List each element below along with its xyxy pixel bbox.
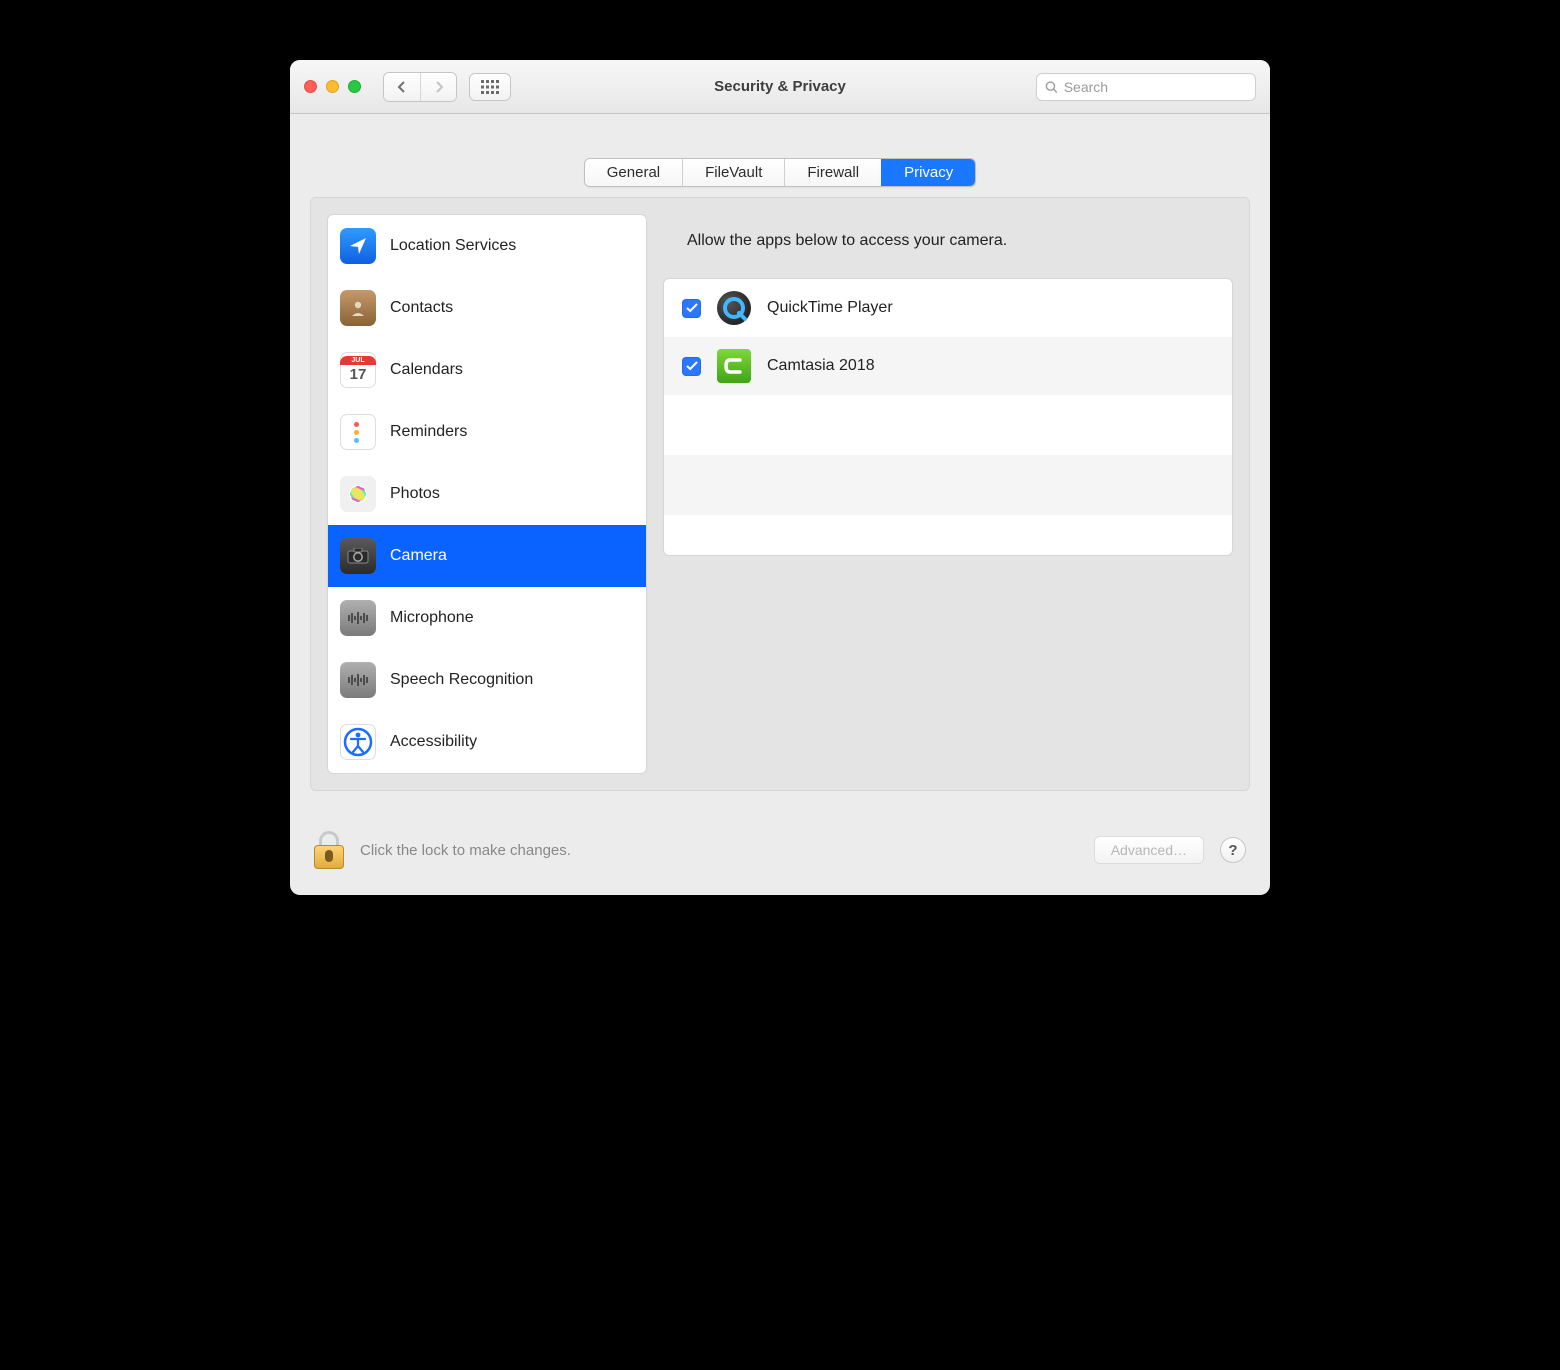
chevron-left-icon bbox=[397, 81, 407, 93]
microphone-icon bbox=[340, 600, 376, 636]
help-button[interactable]: ? bbox=[1220, 837, 1246, 863]
sidebar-item-calendars[interactable]: JUL 17 Calendars bbox=[328, 339, 646, 401]
lock-hint-text: Click the lock to make changes. bbox=[360, 842, 1078, 859]
search-icon bbox=[1045, 80, 1058, 94]
search-input[interactable] bbox=[1064, 79, 1247, 95]
sidebar-item-contacts[interactable]: Contacts bbox=[328, 277, 646, 339]
app-name: Camtasia 2018 bbox=[767, 357, 875, 375]
sidebar-item-label: Microphone bbox=[390, 609, 474, 627]
calendar-month: JUL bbox=[340, 356, 376, 365]
tab-firewall[interactable]: Firewall bbox=[784, 159, 881, 186]
app-checkbox-camtasia[interactable] bbox=[682, 357, 701, 376]
show-all-button[interactable] bbox=[469, 73, 511, 101]
sidebar-item-label: Location Services bbox=[390, 237, 516, 255]
search-field[interactable] bbox=[1036, 73, 1256, 101]
tab-general[interactable]: General bbox=[585, 159, 682, 186]
sidebar-item-label: Photos bbox=[390, 485, 440, 503]
sidebar-item-label: Camera bbox=[390, 547, 447, 565]
sidebar-item-photos[interactable]: Photos bbox=[328, 463, 646, 525]
lock-body-icon bbox=[314, 845, 344, 869]
sidebar-item-location-services[interactable]: Location Services bbox=[328, 215, 646, 277]
sidebar-item-camera[interactable]: Camera bbox=[328, 525, 646, 587]
tab-privacy[interactable]: Privacy bbox=[881, 159, 975, 186]
photos-icon bbox=[340, 476, 376, 512]
detail-heading: Allow the apps below to access your came… bbox=[663, 214, 1233, 278]
app-row-empty bbox=[664, 395, 1232, 455]
check-icon bbox=[686, 361, 698, 371]
close-window-button[interactable] bbox=[304, 80, 317, 93]
calendar-icon: JUL 17 bbox=[340, 352, 376, 388]
app-name: QuickTime Player bbox=[767, 299, 893, 317]
calendar-day: 17 bbox=[350, 365, 367, 385]
camtasia-icon bbox=[717, 349, 751, 383]
sidebar-item-label: Reminders bbox=[390, 423, 467, 441]
sidebar-item-label: Calendars bbox=[390, 361, 463, 379]
minimize-window-button[interactable] bbox=[326, 80, 339, 93]
tab-bar: General FileVault Firewall Privacy bbox=[584, 158, 977, 187]
privacy-sidebar: Location Services Contacts JUL 17 Calend… bbox=[327, 214, 647, 774]
sidebar-item-label: Contacts bbox=[390, 299, 453, 317]
detail-pane: Allow the apps below to access your came… bbox=[663, 214, 1233, 774]
speech-icon bbox=[340, 662, 376, 698]
tab-filevault[interactable]: FileVault bbox=[682, 159, 784, 186]
sidebar-item-accessibility[interactable]: Accessibility bbox=[328, 711, 646, 773]
grid-icon bbox=[481, 80, 499, 94]
contacts-icon bbox=[340, 290, 376, 326]
app-checkbox-quicktime[interactable] bbox=[682, 299, 701, 318]
content-area: Location Services Contacts JUL 17 Calend… bbox=[310, 197, 1250, 791]
chevron-right-icon bbox=[434, 81, 444, 93]
forward-button[interactable] bbox=[420, 73, 456, 101]
back-button[interactable] bbox=[384, 73, 420, 101]
zoom-window-button[interactable] bbox=[348, 80, 361, 93]
sidebar-item-speech-recognition[interactable]: Speech Recognition bbox=[328, 649, 646, 711]
traffic-lights bbox=[304, 80, 361, 93]
app-row-empty bbox=[664, 515, 1232, 555]
preferences-window: Security & Privacy General FileVault Fir… bbox=[290, 60, 1270, 895]
window-toolbar: Security & Privacy bbox=[290, 60, 1270, 114]
quicktime-icon bbox=[717, 291, 751, 325]
lock-button[interactable] bbox=[314, 831, 344, 869]
accessibility-icon bbox=[340, 724, 376, 760]
nav-segment bbox=[383, 72, 457, 102]
app-row-empty bbox=[664, 455, 1232, 515]
tab-bar-wrap: General FileVault Firewall Privacy bbox=[290, 114, 1270, 197]
advanced-button[interactable]: Advanced… bbox=[1094, 836, 1204, 864]
sidebar-item-label: Accessibility bbox=[390, 733, 477, 751]
reminders-icon bbox=[340, 414, 376, 450]
app-row: Camtasia 2018 bbox=[664, 337, 1232, 395]
app-permission-list: QuickTime Player Camtasia 2018 bbox=[663, 278, 1233, 556]
check-icon bbox=[686, 303, 698, 313]
sidebar-item-label: Speech Recognition bbox=[390, 671, 533, 689]
camera-icon bbox=[340, 538, 376, 574]
app-row: QuickTime Player bbox=[664, 279, 1232, 337]
window-footer: Click the lock to make changes. Advanced… bbox=[290, 811, 1270, 895]
location-icon bbox=[340, 228, 376, 264]
sidebar-item-microphone[interactable]: Microphone bbox=[328, 587, 646, 649]
sidebar-item-reminders[interactable]: Reminders bbox=[328, 401, 646, 463]
